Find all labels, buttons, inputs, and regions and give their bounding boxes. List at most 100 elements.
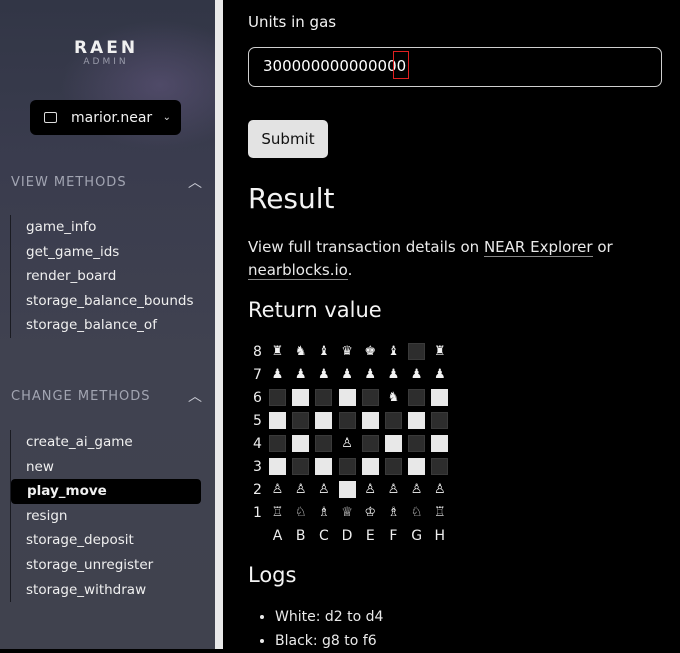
method-item-resign[interactable]: resign: [11, 504, 200, 529]
return-value-heading: Return value: [248, 298, 382, 322]
light-square: [408, 412, 426, 429]
method-item-get-game-ids[interactable]: get_game_ids: [11, 240, 200, 265]
chess-piece: ♝: [387, 344, 400, 359]
gas-input[interactable]: 300000000000000: [248, 47, 662, 87]
chess-piece: ♘: [294, 505, 307, 520]
chess-piece: ♙: [341, 436, 353, 451]
near-explorer-link[interactable]: NEAR Explorer: [483, 238, 593, 257]
chevron-down-icon: ⌄: [162, 112, 171, 123]
chess-board: 8 ♜ ♞ ♝ ♛ ♚ ♝ ♜ 7 ♟ ♟ ♟ ♟ ♟ ♟ ♟ ♟ 6 ♞ 5 4 ♙ 3 2 ♙ ♙ ♙ ♙ ♙ ♙ ♙ 1 ♖ ♘ ♗ ♕ ♔ ♗ ♘ ♖…: [253, 340, 455, 544]
dark-square: [292, 458, 310, 475]
method-item-play-move[interactable]: play_move: [11, 479, 201, 504]
chess-piece: ♞: [387, 390, 400, 405]
light-square: [361, 412, 379, 429]
rank-label: 7: [253, 366, 262, 383]
view-methods-list: game_info get_game_ids render_board storage…: [10, 215, 200, 338]
light-square: [338, 389, 356, 406]
chess-piece: ♘: [410, 505, 423, 520]
chess-piece: ♖: [433, 505, 446, 520]
change-methods-header[interactable]: CHANGE METHODS ︿: [11, 386, 203, 406]
dark-square: [338, 412, 356, 429]
method-item-storage-unregister[interactable]: storage_unregister: [11, 553, 200, 578]
nearblocks-link[interactable]: nearblocks.io: [248, 261, 348, 280]
dark-square: [315, 389, 333, 406]
board-rank-row: 8 ♜ ♞ ♝ ♛ ♚ ♝ ♜: [253, 340, 455, 363]
chess-piece: ♚: [364, 344, 377, 359]
board-rank-row: 6 ♞: [253, 386, 455, 409]
chess-piece: ♕: [341, 505, 353, 520]
file-label: B: [295, 528, 306, 544]
dark-square: [384, 458, 402, 475]
chevron-up-icon: ︿: [188, 389, 203, 405]
rank-label: 8: [253, 343, 262, 360]
board-rank-row: 1 ♖ ♘ ♗ ♕ ♔ ♗ ♘ ♖: [253, 501, 455, 524]
method-item-storage-balance-bounds[interactable]: storage_balance_bounds: [11, 289, 200, 314]
result-text: View full transaction details on NEAR Ex…: [248, 236, 668, 282]
dark-square: [408, 435, 426, 452]
chevron-up-icon: ︿: [188, 175, 203, 191]
chess-piece: ♖: [271, 505, 284, 520]
method-item-render-board[interactable]: render_board: [11, 264, 200, 289]
board-rank-row: 4 ♙: [253, 432, 455, 455]
dark-square: [269, 435, 286, 452]
chess-piece: ♜: [433, 344, 446, 359]
file-labels: ABCDEFGH: [269, 528, 455, 544]
method-item-storage-withdraw[interactable]: storage_withdraw: [11, 578, 200, 603]
result-heading: Result: [248, 182, 335, 215]
chess-piece: ♞: [294, 344, 307, 359]
method-item-storage-deposit[interactable]: storage_deposit: [11, 528, 200, 553]
result-text-mid: or: [592, 238, 613, 256]
dark-square: [292, 412, 310, 429]
board-rank-row: 7 ♟ ♟ ♟ ♟ ♟ ♟ ♟ ♟: [253, 363, 455, 386]
light-square: [431, 389, 449, 406]
rank-label: 4: [253, 435, 262, 452]
file-label: C: [318, 528, 329, 544]
light-square: [315, 412, 333, 429]
dark-square: [408, 343, 426, 360]
chess-piece: ♟: [271, 367, 284, 382]
dark-square: [408, 389, 426, 406]
chess-piece: ♟: [294, 367, 307, 382]
method-item-create-ai-game[interactable]: create_ai_game: [11, 430, 200, 455]
chess-piece: ♗: [387, 505, 400, 520]
rank-label: 6: [253, 389, 262, 406]
light-square: [431, 435, 449, 452]
file-label: E: [365, 528, 375, 544]
light-square: [408, 458, 426, 475]
account-selector[interactable]: marior.near ⌄: [30, 100, 181, 135]
chess-piece: ♛: [341, 344, 353, 359]
logo-subtitle: ADMIN: [83, 57, 129, 67]
gas-label: Units in gas: [248, 13, 337, 31]
logs-heading: Logs: [248, 563, 297, 587]
rank-label: 3: [253, 458, 262, 475]
submit-button[interactable]: Submit: [248, 120, 328, 158]
main-panel: Units in gas 300000000000000 Submit Resu…: [223, 0, 680, 649]
method-item-storage-balance-of[interactable]: storage_balance_of: [11, 313, 200, 338]
light-square: [384, 435, 402, 452]
method-item-new[interactable]: new: [11, 455, 200, 480]
text-cursor-highlight: [393, 50, 410, 79]
dark-square: [361, 389, 379, 406]
result-text-prefix: View full transaction details on: [248, 238, 484, 256]
method-item-game-info[interactable]: game_info: [11, 215, 200, 240]
board-rank-row: 5: [253, 409, 455, 432]
chess-piece: ♟: [364, 367, 377, 382]
chess-piece: ♟: [410, 367, 423, 382]
change-methods-list: create_ai_game new play_move resign storage_…: [10, 430, 201, 603]
gas-input-value: 300000000000000: [263, 57, 407, 75]
file-label: H: [434, 528, 446, 544]
log-item: White: d2 to d4: [275, 605, 383, 629]
view-methods-header[interactable]: VIEW METHODS ︿: [11, 172, 203, 192]
file-label: A: [272, 528, 283, 544]
dark-square: [431, 458, 449, 475]
logs-list: White: d2 to d4Black: g8 to f6: [259, 605, 383, 653]
file-label: D: [341, 528, 353, 544]
board-rank-row: 2 ♙ ♙ ♙ ♙ ♙ ♙ ♙: [253, 478, 455, 501]
chess-piece: ♙: [387, 482, 400, 497]
chess-piece: ♙: [294, 482, 307, 497]
light-square: [269, 458, 286, 475]
file-label: G: [411, 528, 423, 544]
light-square: [338, 481, 356, 498]
chess-piece: ♜: [271, 344, 284, 359]
chess-piece: ♙: [433, 482, 446, 497]
